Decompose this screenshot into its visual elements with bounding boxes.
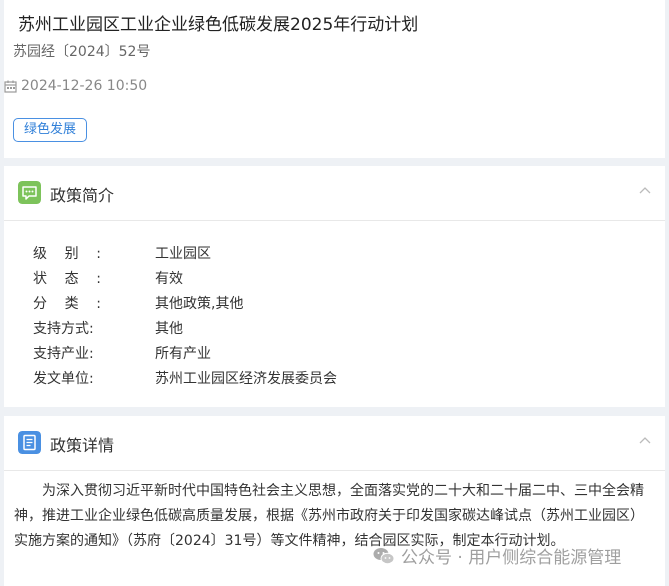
info-row-support-method: 支持方式: 其他 <box>33 315 337 340</box>
info-value: 工业园区 <box>155 245 211 262</box>
info-row-support-industry: 支持产业: 所有产业 <box>33 340 337 365</box>
info-row-level: 级别: 工业园区 <box>33 240 337 265</box>
intro-section-header[interactable]: 政策简介 <box>4 166 665 221</box>
info-value: 其他政策,其他 <box>155 295 244 312</box>
tag-green-development[interactable]: 绿色发展 <box>13 118 88 142</box>
policy-info-list: 级别: 工业园区 状态: 有效 分类: 其他政策,其他 支持方式: 其他 支持产… <box>33 240 337 390</box>
chevron-up-icon[interactable] <box>639 436 651 444</box>
publish-date: 2024-12-26 10:50 <box>21 78 148 94</box>
intro-section-title: 政策简介 <box>50 186 115 205</box>
info-value: 其他 <box>155 320 183 337</box>
watermark-text: 公众号 · 用户侧综合能源管理 <box>401 548 622 568</box>
doc-number: 苏园经〔2024〕52号 <box>13 44 151 60</box>
info-value: 苏州工业园区经济发展委员会 <box>155 370 337 387</box>
info-label: 支持方式: <box>33 320 94 337</box>
info-label: 发文单位: <box>33 370 94 387</box>
info-row-category: 分类: 其他政策,其他 <box>33 290 337 315</box>
info-label: 分类: <box>33 295 101 312</box>
policy-header-card: 苏州工业园区工业企业绿色低碳发展2025年行动计划 苏园经〔2024〕52号 2… <box>4 0 665 158</box>
info-label: 级别: <box>33 245 101 262</box>
publish-date-row: 2024-12-26 10:50 <box>4 78 147 94</box>
info-value: 所有产业 <box>155 345 211 362</box>
info-label: 状态: <box>33 270 101 287</box>
document-icon <box>18 431 41 454</box>
chat-bubble-icon <box>18 181 41 204</box>
info-label: 支持产业: <box>33 345 94 362</box>
chevron-up-icon[interactable] <box>639 186 651 194</box>
info-value: 有效 <box>155 270 183 287</box>
info-row-status: 状态: 有效 <box>33 265 337 290</box>
policy-intro-section: 政策简介 级别: 工业园区 状态: 有效 分类: 其他政策,其他 支持方式: 其… <box>4 166 665 407</box>
detail-section-title: 政策详情 <box>50 436 115 455</box>
wechat-watermark: 公众号 · 用户侧综合能源管理 <box>373 543 621 568</box>
info-row-issuing-unit: 发文单位: 苏州工业园区经济发展委员会 <box>33 365 337 390</box>
detail-section-header[interactable]: 政策详情 <box>4 416 665 471</box>
calendar-icon <box>4 80 17 93</box>
wechat-icon <box>373 547 395 564</box>
policy-title: 苏州工业园区工业企业绿色低碳发展2025年行动计划 <box>18 15 419 35</box>
